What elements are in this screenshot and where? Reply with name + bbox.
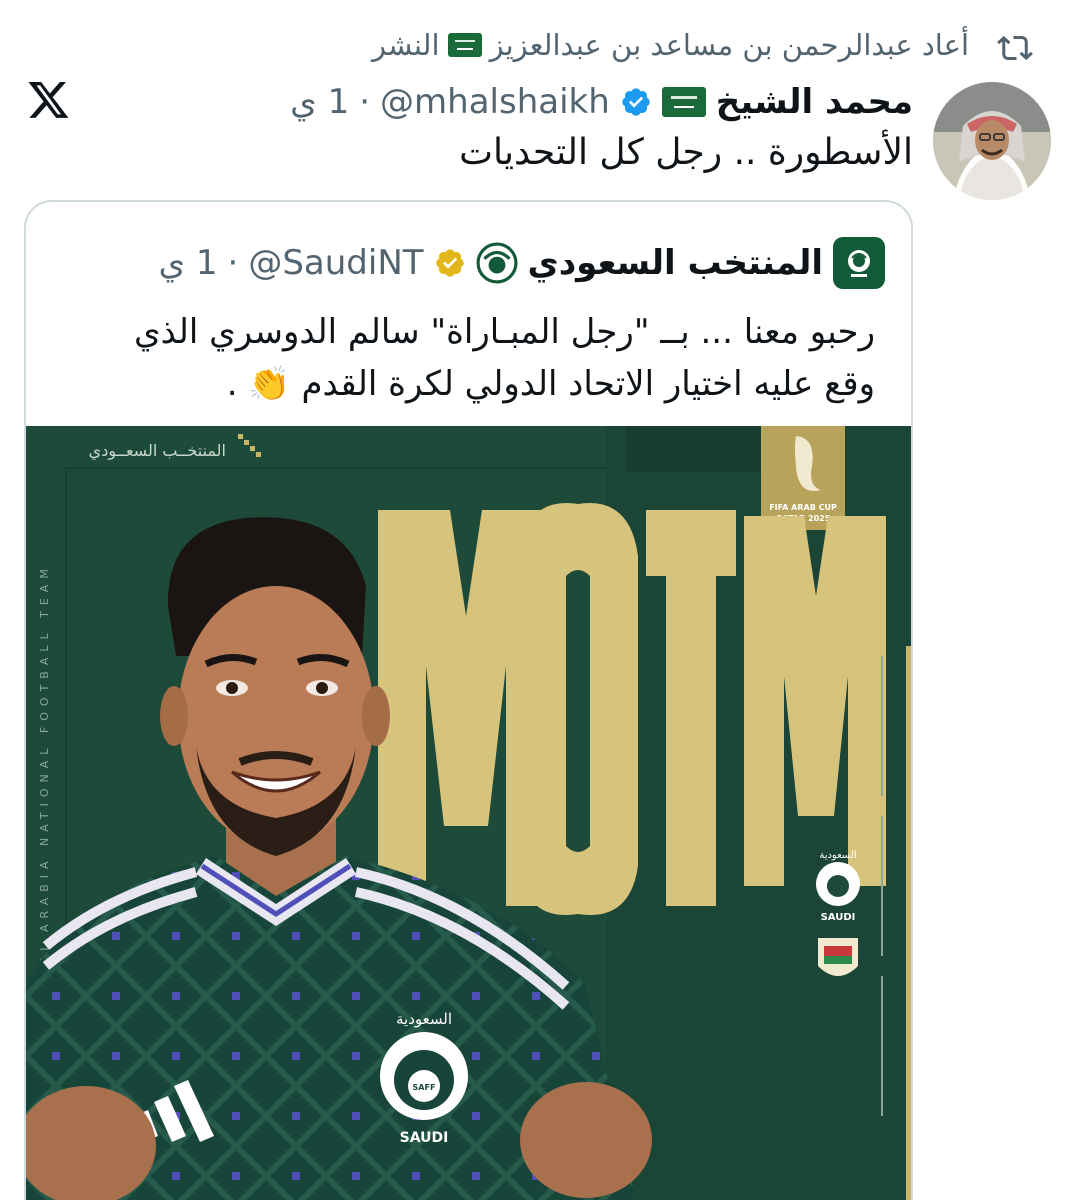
quoted-tweet-text: رحبو معنا ... بــ "رجل المبـاراة" سالم ا… bbox=[55, 306, 875, 410]
jersey-top-label: السعودية bbox=[396, 1010, 452, 1028]
motm-poster: المنتخــب السعــودي FIFA ARAB CUP QATAR … bbox=[26, 426, 911, 1200]
saudi-flag-icon bbox=[661, 87, 706, 117]
quoted-text-line: وقع عليه اختيار الاتحاد الدولي لكرة القد… bbox=[226, 364, 875, 404]
verified-badge-icon[interactable] bbox=[620, 86, 652, 118]
quoted-tweet-header: المنتخب السعودي @SaudiNT · 1 ي bbox=[158, 237, 885, 289]
repost-icon bbox=[997, 35, 1033, 61]
quoted-tweet-time[interactable]: 1 ي bbox=[158, 243, 217, 283]
quoted-text-line: رحبو معنا ... بــ "رجل المبـاراة" سالم ا… bbox=[134, 312, 875, 352]
oman-team-badge bbox=[818, 938, 858, 976]
saudi-team-badge: السعودية SAUDI bbox=[816, 850, 860, 923]
team-wordmark: المنتخــب السعــودي bbox=[89, 441, 226, 461]
author-handle[interactable]: @mhalshaikh bbox=[380, 82, 610, 122]
gold-verified-badge-icon[interactable] bbox=[434, 247, 466, 279]
meta-separator: · bbox=[227, 243, 239, 283]
tweet-header: محمد الشيخ @mhalshaikh · 1 ي bbox=[290, 80, 913, 124]
tweet-media-image[interactable]: المنتخــب السعــودي FIFA ARAB CUP QATAR … bbox=[26, 426, 911, 1200]
jersey-badge-label: SAFF bbox=[413, 1083, 436, 1092]
avatar-photo bbox=[933, 82, 1051, 200]
reposter-name[interactable]: أعاد عبدالرحمن بن مساعد بن عبدالعزيز bbox=[490, 28, 969, 62]
tournament-name: FIFA ARAB CUP bbox=[769, 503, 837, 512]
x-logo-icon[interactable] bbox=[28, 78, 70, 120]
tweet-text: الأسطورة .. رجل كل التحديات bbox=[459, 132, 913, 173]
meta-separator: · bbox=[359, 82, 371, 122]
author-name[interactable]: محمد الشيخ bbox=[716, 82, 913, 122]
quoted-author-name[interactable]: المنتخب السعودي bbox=[528, 243, 823, 283]
fifa-arab-cup-logo: FIFA ARAB CUP QATAR 2025 bbox=[761, 426, 845, 530]
jersey-bottom-label: SAUDI bbox=[400, 1130, 449, 1146]
quoted-author-handle[interactable]: @SaudiNT bbox=[248, 243, 423, 283]
repost-label[interactable]: أعاد عبدالرحمن بن مساعد بن عبدالعزيز الن… bbox=[372, 28, 969, 62]
saff-logo-icon bbox=[848, 250, 870, 277]
saudi-flag-icon bbox=[447, 33, 482, 57]
repost-suffix: النشر bbox=[372, 28, 440, 62]
badge-top-label: السعودية bbox=[819, 850, 856, 861]
quoted-tweet-card[interactable]: المنتخب السعودي @SaudiNT · 1 ي رحبو معنا… bbox=[24, 200, 913, 1200]
author-avatar[interactable] bbox=[933, 82, 1051, 200]
badge-bottom-label: SAUDI bbox=[821, 912, 856, 923]
quoted-author-avatar[interactable] bbox=[833, 237, 885, 289]
tweet-time[interactable]: 1 ي bbox=[290, 82, 349, 122]
team-crest-icon bbox=[476, 242, 518, 284]
